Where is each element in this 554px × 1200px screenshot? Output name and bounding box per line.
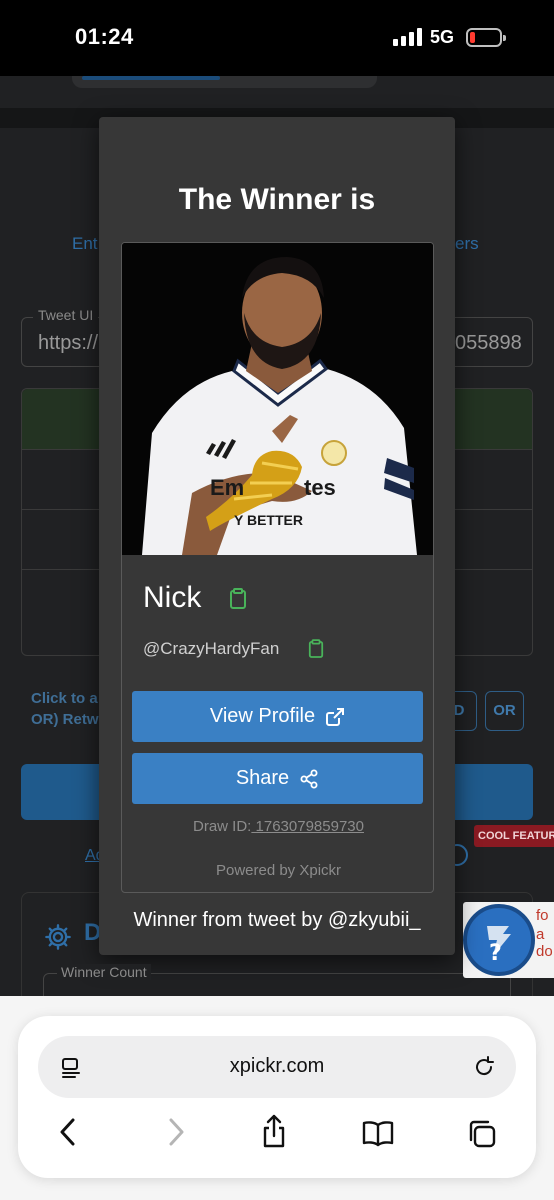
copy-handle-clipboard-icon[interactable] bbox=[308, 639, 324, 659]
modal-title: The Winner is bbox=[178, 183, 376, 216]
view-profile-label: View Profile bbox=[209, 705, 316, 727]
bg-tab-others: ers bbox=[455, 234, 479, 253]
battery-level bbox=[470, 32, 475, 43]
address-bar[interactable]: xpickr.com bbox=[38, 1036, 516, 1098]
book-icon[interactable] bbox=[361, 1120, 395, 1148]
winner-card: Em tes Y BETTER Nick @CrazyHardyFan View… bbox=[121, 242, 434, 893]
bg-winner-count-label: Winner Count bbox=[57, 964, 151, 980]
reload-icon[interactable] bbox=[472, 1055, 496, 1079]
url-text: xpickr.com bbox=[229, 1055, 325, 1077]
winner-modal: The Winner is Em tes Y BETTER Nick @Craz… bbox=[99, 117, 455, 955]
gear-icon bbox=[45, 924, 71, 950]
powered-by: Powered by Xpickr bbox=[215, 862, 342, 879]
recaptcha-text-1: fo bbox=[536, 907, 549, 924]
draw-id: Draw ID: 1763079859730 bbox=[122, 818, 433, 835]
svg-text:Em: Em bbox=[210, 475, 244, 500]
svg-text:tes: tes bbox=[304, 475, 336, 500]
chevron-left-icon[interactable] bbox=[56, 1116, 80, 1148]
battery-icon bbox=[466, 28, 506, 47]
winner-name: Nick bbox=[143, 581, 202, 614]
external-link-icon bbox=[326, 707, 345, 726]
winner-photo-illustration: Em tes Y BETTER bbox=[122, 243, 433, 555]
draw-id-label: Draw ID: bbox=[193, 818, 252, 835]
status-bar: 01:24 5G bbox=[0, 0, 554, 76]
signal-strength-icon bbox=[393, 28, 423, 46]
copy-name-clipboard-icon[interactable] bbox=[229, 588, 247, 610]
network-type: 5G bbox=[430, 27, 455, 47]
browser-toolbar-panel: xpickr.com bbox=[18, 1016, 536, 1178]
browser-bottom-bar: xpickr.com bbox=[0, 996, 554, 1200]
tabs-icon[interactable] bbox=[466, 1118, 498, 1150]
share-label: Share bbox=[235, 767, 290, 789]
draw-id-link[interactable]: 1763079859730 bbox=[251, 818, 364, 835]
recaptcha-logo-icon: ? bbox=[463, 904, 535, 976]
recaptcha-text-2: a do bbox=[536, 926, 553, 960]
recaptcha-badge: ? fo a do bbox=[463, 902, 554, 978]
view-profile-button[interactable]: View Profile bbox=[132, 691, 423, 742]
bg-chip-or: OR bbox=[485, 691, 524, 731]
tweet-credit: Winner from tweet by @zkyubii_ bbox=[133, 909, 421, 931]
bg-click-instructions: Click to a OR) Retw bbox=[31, 690, 99, 728]
winner-handle: @CrazyHardyFan bbox=[143, 639, 280, 658]
bg-tweet-url-label: Tweet UI bbox=[33, 307, 99, 323]
bg-tab-entries: Ent bbox=[72, 234, 98, 253]
svg-text:Y BETTER: Y BETTER bbox=[234, 512, 303, 528]
bg-tweet-url-value-start: https:// bbox=[38, 332, 99, 354]
bg-cool-feature-badge: COOL FEATURE bbox=[474, 825, 554, 847]
bg-top-card bbox=[72, 76, 377, 88]
status-time: 01:24 bbox=[75, 24, 134, 49]
share-sheet-icon[interactable] bbox=[260, 1114, 288, 1150]
share-nodes-icon bbox=[300, 769, 318, 788]
svg-text:?: ? bbox=[489, 941, 502, 966]
share-button[interactable]: Share bbox=[132, 753, 423, 804]
chevron-right-icon[interactable] bbox=[164, 1116, 188, 1148]
winner-profile-photo[interactable]: Em tes Y BETTER bbox=[122, 243, 433, 555]
bg-tweet-url-value-end: 055898 bbox=[455, 332, 522, 354]
